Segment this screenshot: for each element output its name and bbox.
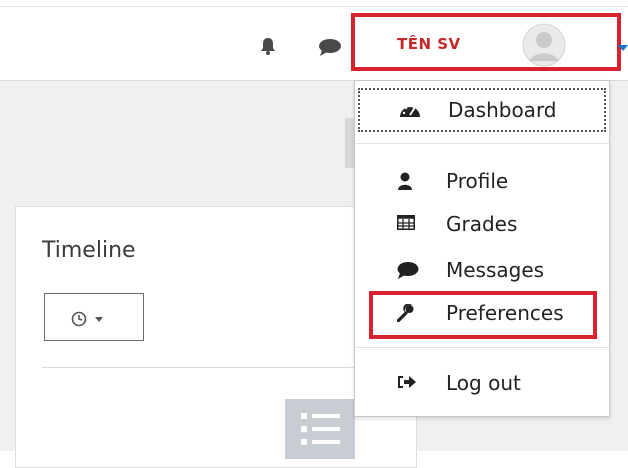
caret-down-icon: [618, 45, 628, 51]
timeline-sort-dropdown[interactable]: [44, 293, 144, 341]
menu-item-label: Log out: [446, 371, 521, 395]
menu-item-dashboard[interactable]: Dashboard: [358, 88, 606, 132]
empty-list-icon: [285, 399, 355, 459]
timeline-title: Timeline: [42, 238, 136, 263]
menu-item-label: Messages: [446, 258, 545, 282]
speech-bubble-icon: [397, 262, 419, 279]
sign-out-icon: [398, 376, 416, 388]
menu-item-messages[interactable]: Messages: [355, 253, 609, 289]
bell-icon[interactable]: [258, 36, 278, 56]
menu-item-logout[interactable]: Log out: [355, 366, 609, 402]
clock-icon: [71, 311, 87, 327]
menu-item-grades[interactable]: Grades: [355, 207, 609, 243]
menu-divider: [355, 143, 609, 144]
dashboard-gauge-icon: [400, 104, 420, 117]
user-icon: [398, 172, 412, 190]
chat-icon[interactable]: [318, 37, 342, 57]
user-avatar-icon: [522, 23, 566, 67]
navbar: TÊN SV: [0, 0, 628, 81]
preferences-highlight: [369, 291, 597, 339]
caret-down-icon: [95, 317, 103, 322]
user-menu-toggle[interactable]: TÊN SV: [351, 13, 628, 71]
menu-item-profile[interactable]: Profile: [355, 164, 609, 200]
username: TÊN SV: [397, 35, 461, 53]
user-dropdown-menu: Dashboard Profile Grades Messages Prefer…: [354, 80, 610, 417]
menu-item-label: Grades: [446, 212, 518, 236]
menu-divider: [355, 347, 609, 348]
navbar-top-rule: [0, 6, 628, 7]
menu-item-label: Profile: [446, 169, 509, 193]
table-icon: [397, 215, 415, 230]
menu-item-label: Dashboard: [448, 98, 557, 122]
